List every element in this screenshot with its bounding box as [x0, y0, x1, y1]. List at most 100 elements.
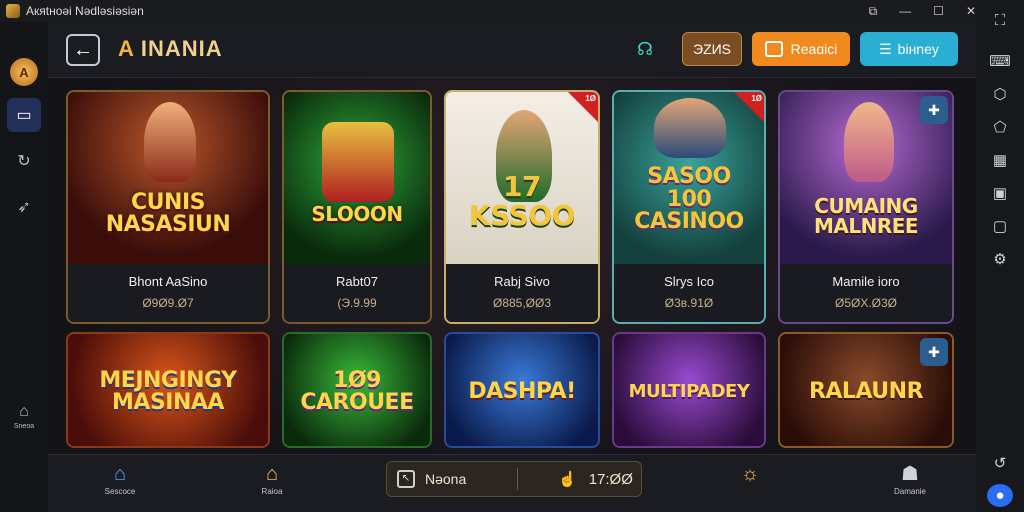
refresh-icon[interactable]: ↻ [7, 144, 41, 178]
game-card[interactable]: CUMAING MALNREE ✚ Mamile ioro Ø5ØX.Ø3Ø [778, 90, 954, 324]
game-art-title: 17 KSSOO [469, 170, 575, 232]
shape-icon[interactable]: ⬡ [987, 82, 1013, 105]
game-price: Ø9Ø9.Ø7 [142, 296, 194, 310]
minimize-button[interactable]: — [899, 4, 911, 18]
game-card[interactable]: CUNIS NASASIUN Bhont AaSino Ø9Ø9.Ø7 [66, 90, 270, 324]
sidebar-bottom-item[interactable]: ⌂ Sneoa [0, 403, 48, 430]
nav-profile[interactable]: ☗ Damanie [880, 461, 940, 496]
home-icon[interactable]: ● [987, 484, 1013, 507]
reward-button[interactable]: Reaɑici [752, 32, 850, 66]
game-art-title: CUNIS NASASIUN [105, 189, 231, 237]
game-price: Ø3ʙ.91Ø [664, 296, 714, 310]
display-icon[interactable]: ▣ [987, 181, 1013, 204]
slot-machine-illustration [322, 122, 394, 202]
game-name: Bhont AaSino [128, 274, 208, 289]
coin-balance-button[interactable]: ЭZИS [682, 32, 742, 66]
close-button[interactable]: ✕ [966, 4, 976, 18]
game-art-title: CUMAING MALNREE [813, 193, 919, 238]
brand-name: INANIA [140, 36, 223, 61]
user-avatar[interactable]: A [10, 58, 38, 86]
badge-label: 1Ø [585, 94, 596, 103]
window-title: Aкяtнoəi Nədləsiəsiən [26, 4, 144, 18]
brand-logo-icon: A [118, 36, 135, 61]
support-icon[interactable]: ☊ [632, 36, 658, 62]
gamepad-icon[interactable]: ✚ [920, 338, 948, 366]
game-name: Rabj Sivo [494, 274, 550, 289]
game-art-title: DASHPA! [468, 378, 576, 404]
wallet-bar[interactable]: ↖ Nəona ☝ 17:ØØ [386, 461, 642, 497]
list-icon: ☰ [879, 40, 892, 57]
game-card[interactable]: MEJNGINGY MASINAA [66, 332, 270, 448]
nav-home-label: Sescoce [104, 487, 136, 496]
game-price: Ø5ØX.Ø3Ø [834, 296, 898, 310]
nav-settings[interactable]: ☼ [720, 461, 780, 487]
back-icon[interactable]: ↺ [987, 451, 1013, 474]
card-info: Bhont AaSino Ø9Ø9.Ø7 [68, 264, 268, 322]
shake-icon[interactable]: ⬠ [987, 115, 1013, 138]
badge-label: 1Ø [751, 94, 762, 103]
wing-icon[interactable]: ➶ [7, 190, 41, 224]
sidebar-bottom-label: Sneoa [13, 423, 35, 430]
game-price: Ø885,ØØ3 [492, 296, 552, 310]
game-name: Mamile ioro [832, 274, 900, 289]
scan-icon[interactable]: ▦ [987, 148, 1013, 171]
wallet-right: ☝ 17:ØØ [518, 470, 633, 489]
home-icon: ⌂ [113, 463, 127, 485]
wallet-right-value: 17:ØØ [588, 470, 633, 488]
game-card[interactable]: RALAUNR ✚ [778, 332, 954, 448]
game-art-title: SASOO 100 CASINOO [634, 164, 744, 235]
game-card[interactable]: DASHPA! [444, 332, 600, 448]
game-card[interactable]: 17 KSSOO 1Ø Rabj Sivo Ø885,ØØ3 [444, 90, 600, 324]
window-icon[interactable]: ▢ [987, 214, 1013, 237]
app-logo-icon [6, 4, 20, 18]
emulator-toolbar: ⛶ ⌨ ⬡ ⬠ ▦ ▣ ▢ ⚙ ↺ ● [976, 0, 1024, 512]
nav-shop-label: Raioa [261, 487, 283, 496]
restore-window-button[interactable]: ⧉ [869, 4, 878, 19]
brand: A INANIA [118, 36, 223, 62]
game-card[interactable]: SASOO 100 CASINOO 1Ø Slrys Ico Ø3ʙ.91Ø [612, 90, 766, 324]
game-card[interactable]: MULTIPADEY [612, 332, 766, 448]
game-art-title: RALAUNR [808, 378, 924, 404]
keyboard-icon[interactable]: ⌨ [987, 49, 1013, 72]
wallet-left: ↖ Nəona [387, 470, 517, 488]
back-button[interactable]: ← [66, 34, 100, 66]
wallet-left-label: Nəona [425, 471, 467, 487]
game-name: Rabt07 [336, 274, 378, 289]
gamepad-icon[interactable]: ✚ [920, 96, 948, 124]
wallet-icon [764, 41, 783, 57]
game-card[interactable]: 1Ø9 CAROUEE [282, 332, 432, 448]
profile-icon: ☗ [901, 463, 919, 485]
app-main: ← A INANIA ☊ ЭZИS Reaɑici ☰ biнney CUNIS… [48, 22, 976, 512]
balance-icon: ↖ [397, 470, 415, 488]
card-info: Rabj Sivo Ø885,ØØ3 [446, 264, 598, 322]
game-art-title: 1Ø9 CAROUEE [300, 367, 414, 415]
tv-icon[interactable]: ▭ [7, 98, 41, 132]
header-actions: ☊ ЭZИS Reaɑici ☰ biнney [632, 32, 958, 66]
expand-icon[interactable]: ⛶ [987, 9, 1013, 32]
characters-illustration [654, 98, 726, 158]
game-art-title: MEJNGINGY MASINAA [99, 367, 237, 415]
game-art-title: SLOOON [311, 201, 403, 226]
sun-icon: ☼ [740, 463, 760, 485]
game-art-title: MULTIPADEY [628, 380, 750, 402]
game-name: Slrys Ico [664, 274, 714, 289]
game-card[interactable]: SLOOON Rabt07 (Э.9.99 [282, 90, 432, 324]
left-sidebar: A ▭ ↻ ➶ ⌂ Sneoa [0, 22, 48, 512]
character-illustration [844, 102, 894, 182]
window-controls: ⧉ — ☐ ✕ [869, 0, 976, 22]
game-price: (Э.9.99 [337, 296, 377, 310]
menu-button-label: biнney [897, 41, 939, 57]
nav-home[interactable]: ⌂ Sescoce [90, 461, 150, 496]
shop-icon: ⌂ [265, 463, 279, 485]
reward-button-label: Reaɑici [790, 41, 838, 57]
character-illustration [144, 102, 196, 182]
menu-button[interactable]: ☰ biнney [860, 32, 958, 66]
nav-shop[interactable]: ⌂ Raioa [242, 461, 302, 496]
settings-icon[interactable]: ⚙ [987, 247, 1013, 270]
card-info: Slrys Ico Ø3ʙ.91Ø [614, 264, 764, 322]
card-info: Rabt07 (Э.9.99 [284, 264, 430, 322]
app-header: ← A INANIA ☊ ЭZИS Reaɑici ☰ biнney [48, 22, 976, 78]
maximize-button[interactable]: ☐ [933, 4, 944, 18]
window-titlebar: Aкяtнoəi Nədləsiəsiən ⧉ — ☐ ✕ [0, 0, 1024, 22]
bottom-navigation: ⌂ Sescoce ⌂ Raioa ↖ Nəona ☝ 17:ØØ ☼ ☗ Da… [48, 454, 976, 512]
